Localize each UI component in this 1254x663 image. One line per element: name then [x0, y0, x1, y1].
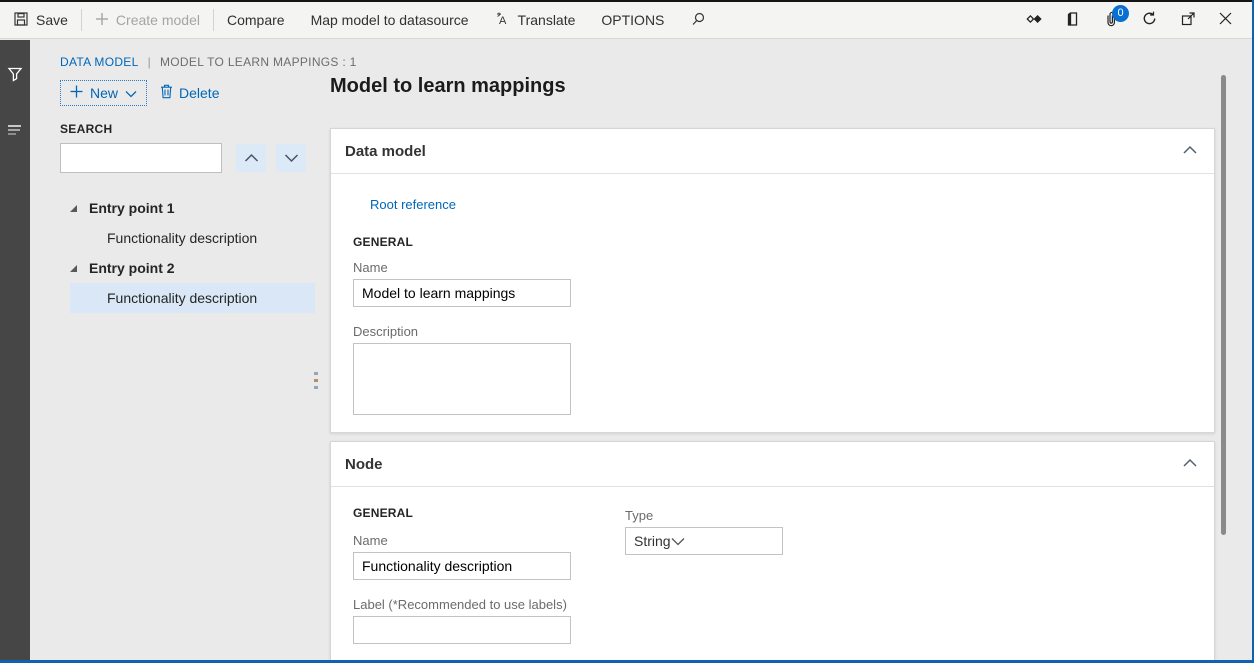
create-model-button[interactable]: Create model — [82, 2, 213, 38]
tree-expander-icon[interactable] — [70, 265, 77, 272]
tree-item-label: Functionality description — [107, 290, 257, 306]
chevron-down-icon — [284, 151, 299, 166]
collapse-icon[interactable] — [1182, 143, 1198, 160]
tree-item-functionality-description-2-selected[interactable]: Functionality description — [70, 283, 315, 313]
popout-icon — [1180, 11, 1196, 30]
search-row — [60, 143, 326, 173]
breadcrumb: DATA MODEL|MODEL TO LEARN MAPPINGS : 1 — [30, 40, 326, 69]
action-pane-toolbar: Save Create model Compare Map model to d… — [0, 2, 1254, 39]
data-model-name-label: Name — [353, 260, 388, 275]
trash-icon — [160, 84, 173, 102]
find-previous-button[interactable] — [236, 144, 266, 172]
options-menu-button[interactable]: OPTIONS — [588, 2, 677, 38]
data-model-description-label: Description — [353, 324, 418, 339]
tree-expander-icon[interactable] — [70, 205, 77, 212]
node-type-value: String — [634, 533, 671, 549]
save-button[interactable]: Save — [0, 2, 81, 38]
delete-button[interactable]: Delete — [156, 80, 223, 106]
breadcrumb-page: MODEL TO LEARN MAPPINGS : 1 — [160, 55, 357, 69]
find-next-button[interactable] — [276, 144, 306, 172]
left-nav-strip — [0, 40, 30, 663]
collapse-icon[interactable] — [1182, 456, 1198, 473]
tree-item-functionality-description-1[interactable]: Functionality description — [70, 223, 315, 253]
delete-button-label: Delete — [179, 85, 219, 101]
open-in-new-window-button[interactable] — [1169, 2, 1207, 39]
personalization-button[interactable] — [1014, 2, 1054, 39]
translate-icon: A — [495, 11, 511, 30]
task-list-icon[interactable] — [7, 123, 23, 141]
node-type-label: Type — [625, 508, 653, 523]
toolbar-right-icons: 0 — [1014, 2, 1254, 39]
tree-search-input[interactable] — [60, 143, 222, 173]
page-title: Model to learn mappings — [330, 75, 566, 98]
map-model-label: Map model to datasource — [311, 12, 469, 28]
node-label-input[interactable] — [353, 616, 571, 644]
search-section-label: SEARCH — [60, 122, 326, 136]
attachments-count-badge: 0 — [1112, 5, 1129, 22]
refresh-icon — [1141, 10, 1158, 30]
panel-action-bar: New Delete — [60, 80, 326, 106]
search-icon — [690, 11, 706, 30]
node-name-input[interactable] — [353, 552, 571, 580]
close-button[interactable] — [1207, 2, 1244, 39]
new-button[interactable]: New — [60, 80, 147, 106]
data-model-general-group-label: GENERAL — [353, 235, 413, 249]
data-model-section-header[interactable]: Data model — [331, 129, 1214, 174]
map-model-to-datasource-button[interactable]: Map model to datasource — [298, 2, 482, 38]
tree-panel: DATA MODEL|MODEL TO LEARN MAPPINGS : 1 N… — [30, 40, 326, 663]
data-model-description-input[interactable] — [353, 343, 571, 415]
window-top-edge — [0, 0, 1254, 2]
chevron-up-icon — [244, 151, 259, 166]
node-label-label: Label (*Recommended to use labels) — [353, 597, 567, 612]
breadcrumb-separator: | — [148, 55, 151, 69]
diamonds-icon — [1025, 11, 1043, 30]
data-model-section-title: Data model — [345, 143, 426, 160]
tree-item-label: Entry point 2 — [89, 260, 175, 276]
data-model-section: Data model Root reference GENERAL Name D… — [330, 128, 1215, 433]
translate-button[interactable]: A Translate — [482, 2, 589, 38]
book-icon — [1065, 11, 1081, 30]
save-label: Save — [36, 12, 68, 28]
attachments-button[interactable]: 0 — [1092, 2, 1130, 39]
refresh-button[interactable] — [1130, 2, 1169, 39]
vertical-scrollbar[interactable] — [1221, 75, 1226, 535]
model-tree: Entry point 1 Functionality description … — [30, 193, 326, 313]
svg-text:A: A — [499, 15, 507, 27]
chevron-down-icon — [671, 533, 685, 549]
breadcrumb-module-link[interactable]: DATA MODEL — [60, 55, 139, 69]
save-icon — [13, 11, 29, 30]
help-guide-button[interactable] — [1054, 2, 1092, 39]
toolbar-search-button[interactable] — [677, 2, 719, 38]
tree-item-label: Functionality description — [107, 230, 257, 246]
node-section: Node GENERAL Name Type String Label (*Re… — [330, 441, 1215, 663]
new-button-label: New — [90, 85, 118, 101]
tree-item-entry-point-2[interactable]: Entry point 2 — [70, 253, 315, 283]
filter-icon[interactable] — [7, 66, 23, 87]
compare-button[interactable]: Compare — [214, 2, 298, 38]
tree-item-label: Entry point 1 — [89, 200, 175, 216]
translate-label: Translate — [518, 12, 576, 28]
plus-icon — [70, 85, 83, 101]
node-general-group-label: GENERAL — [353, 506, 413, 520]
options-label: OPTIONS — [601, 12, 664, 28]
node-type-select[interactable]: String — [625, 527, 783, 555]
close-icon — [1218, 11, 1233, 29]
node-section-title: Node — [345, 456, 383, 473]
node-section-header[interactable]: Node — [331, 442, 1214, 487]
node-name-label: Name — [353, 533, 388, 548]
tree-item-entry-point-1[interactable]: Entry point 1 — [70, 193, 315, 223]
compare-label: Compare — [227, 12, 285, 28]
data-model-name-input[interactable] — [353, 279, 571, 307]
chevron-down-icon — [125, 85, 137, 101]
plus-icon — [95, 12, 109, 29]
create-model-label: Create model — [116, 12, 200, 28]
root-reference-link[interactable]: Root reference — [370, 197, 456, 212]
panel-splitter-handle[interactable] — [314, 372, 318, 389]
